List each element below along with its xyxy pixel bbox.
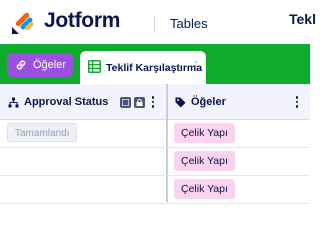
tab-more-icon[interactable] (193, 60, 199, 74)
table-title[interactable]: Tekl (289, 11, 316, 27)
column-menu-icon[interactable] (151, 96, 155, 108)
product-name[interactable]: Tables (170, 16, 208, 31)
column-type-badge-icon (120, 97, 131, 108)
status-badge: Tamamlandı (7, 123, 78, 142)
item-chip: Çelik Yapı (174, 151, 235, 171)
table-row[interactable]: Çelik Yapı (0, 148, 310, 176)
column-menu-icon[interactable] (295, 96, 299, 108)
jotform-logo-icon[interactable] (10, 10, 36, 36)
tab-label: Teklif Karşılaştırma (106, 62, 203, 74)
header-divider (154, 15, 155, 33)
item-chip: Çelik Yapı (174, 123, 235, 143)
table-row[interactable]: Çelik Yapı (0, 176, 310, 204)
table-grid-icon (88, 60, 101, 73)
app-header: Jotform Tables Tekl (0, 0, 316, 44)
table-header: Approval Status Öğeler (0, 84, 310, 120)
tab-teklif-karsilastirma[interactable]: Teklif Karşılaştırma (80, 51, 206, 84)
brand-name: Jotform (44, 9, 121, 32)
tag-icon (175, 97, 186, 108)
lock-icon (134, 97, 145, 108)
items-button-label: Öğeler (33, 59, 67, 71)
column-header-items[interactable]: Öğeler (191, 96, 226, 108)
link-icon (16, 60, 26, 70)
data-table: Approval Status Öğeler Tamamlandı Çelik … (0, 84, 310, 204)
items-button[interactable]: Öğeler (7, 53, 73, 77)
sitemap-icon (8, 97, 19, 108)
tab-bar: Öğeler Teklif Karşılaştırma (0, 44, 310, 84)
table-row[interactable]: Tamamlandı Çelik Yapı (0, 120, 310, 148)
column-header-approval-status[interactable]: Approval Status (24, 96, 108, 108)
item-chip: Çelik Yapı (174, 179, 235, 199)
